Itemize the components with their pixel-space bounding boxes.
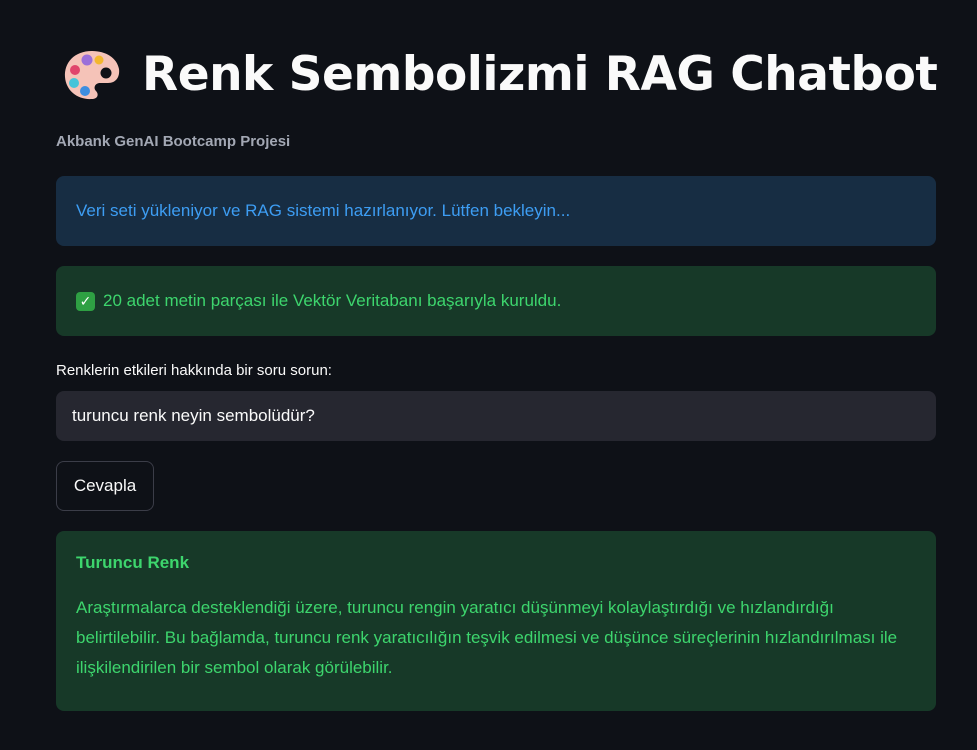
artist-palette-icon bbox=[64, 51, 120, 100]
page-title: Renk Sembolizmi RAG Chatbot bbox=[142, 47, 938, 102]
info-alert: Veri seti yükleniyor ve RAG sistemi hazı… bbox=[56, 176, 936, 246]
question-input-label: Renklerin etkileri hakkında bir soru sor… bbox=[56, 362, 332, 379]
check-mark-icon: ✓ bbox=[76, 291, 95, 311]
page-header: Renk Sembolizmi RAG Chatbot bbox=[62, 40, 938, 110]
answer-box: Turuncu Renk Araştırmalarca desteklendiğ… bbox=[56, 531, 936, 711]
success-alert-text: 20 adet metin parçası ile Vektör Veritab… bbox=[103, 291, 562, 310]
answer-text: Araştırmalarca desteklendiği üzere, turu… bbox=[76, 598, 898, 677]
page-subtitle: Akbank GenAI Bootcamp Projesi bbox=[56, 133, 291, 150]
question-input[interactable] bbox=[56, 391, 936, 441]
info-alert-text: Veri seti yükleniyor ve RAG sistemi hazı… bbox=[76, 201, 571, 220]
answer-heading: Turuncu Renk bbox=[76, 553, 190, 572]
success-alert: ✓ 20 adet metin parçası ile Vektör Verit… bbox=[56, 266, 936, 336]
answer-button[interactable]: Cevapla bbox=[56, 461, 154, 511]
app-page: Renk Sembolizmi RAG Chatbot Akbank GenAI… bbox=[0, 0, 977, 750]
